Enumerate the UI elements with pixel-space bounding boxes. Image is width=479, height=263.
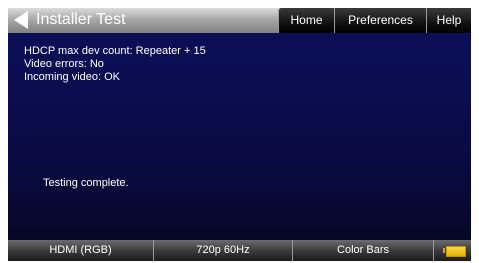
status-interface[interactable]: HDMI (RGB) <box>8 240 154 261</box>
top-tabs: Home Preferences Help <box>278 8 471 33</box>
battery-terminal <box>443 248 445 253</box>
back-arrow-icon <box>14 11 28 29</box>
incoming-video-result: Incoming video: OK <box>24 71 120 83</box>
video-errors-result: Video errors: No <box>24 58 104 70</box>
test-status-message: Testing complete. <box>43 177 129 189</box>
tab-home[interactable]: Home <box>278 8 334 33</box>
back-button[interactable]: Installer Test <box>8 8 198 33</box>
device-screen: Installer Test Home Preferences Help HDC… <box>8 8 471 261</box>
status-battery <box>434 240 471 261</box>
status-resolution[interactable]: 720p 60Hz <box>154 240 293 261</box>
status-bar: HDMI (RGB) 720p 60Hz Color Bars <box>8 240 471 261</box>
hdcp-result: HDCP max dev count: Repeater + 15 <box>24 45 206 57</box>
top-bar: Installer Test Home Preferences Help <box>8 8 471 33</box>
tab-help[interactable]: Help <box>426 8 471 33</box>
battery-icon <box>446 246 466 257</box>
page-title: Installer Test <box>36 11 126 28</box>
status-pattern[interactable]: Color Bars <box>293 240 434 261</box>
tab-preferences[interactable]: Preferences <box>334 8 426 33</box>
results-panel: HDCP max dev count: Repeater + 15 Video … <box>24 45 206 84</box>
